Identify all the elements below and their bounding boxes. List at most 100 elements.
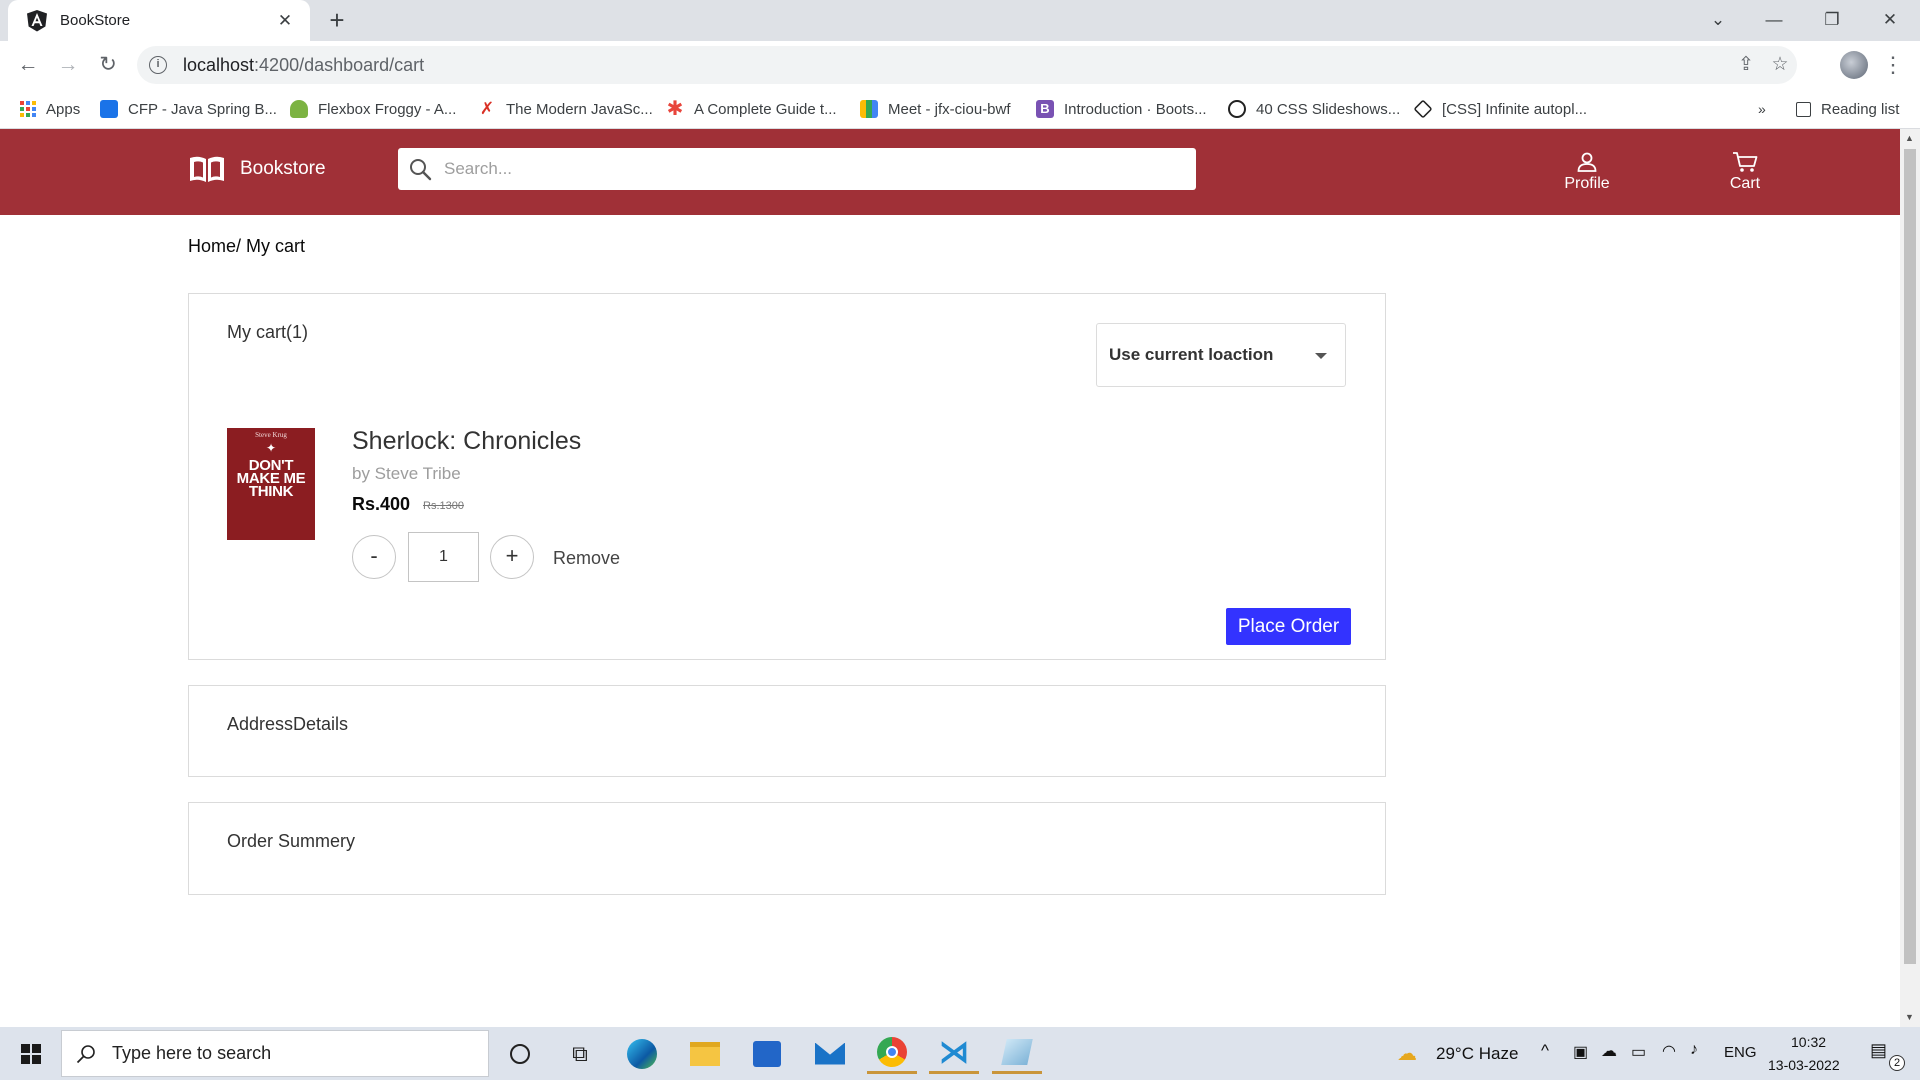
scroll-up-icon[interactable]: ▲ xyxy=(1905,133,1914,143)
browser-toolbar: ← → ↻ i localhost:4200/dashboard/cart ⇪ … xyxy=(0,41,1920,89)
cart-icon xyxy=(1733,152,1758,172)
weather-icon[interactable]: ☁ xyxy=(1390,1033,1424,1074)
order-summary-title: Order Summery xyxy=(227,831,356,851)
bookmark-modern-js[interactable]: ✗ The Modern JavaSc... xyxy=(478,89,653,129)
reading-list-icon xyxy=(1796,101,1811,117)
profile-label: Profile xyxy=(1564,175,1610,192)
remove-button[interactable]: Remove xyxy=(553,548,620,569)
reading-list-label: Reading list xyxy=(1821,100,1900,118)
bookmark-complete-guide[interactable]: ✱ A Complete Guide t... xyxy=(666,89,837,129)
contact-icon xyxy=(100,100,118,118)
meet-now-icon[interactable]: ▣ xyxy=(1573,1042,1588,1062)
page-scrollbar[interactable]: ▲ ▼ xyxy=(1900,129,1920,1027)
battery-icon[interactable]: ▭ xyxy=(1631,1042,1646,1062)
minimize-icon[interactable]: — xyxy=(1754,4,1794,36)
share-icon[interactable]: ⇪ xyxy=(1729,46,1763,84)
bookmark-flexbox-froggy[interactable]: Flexbox Froggy - A... xyxy=(290,89,456,129)
notification-icon[interactable]: ▤ xyxy=(1870,1040,1887,1061)
location-select-value: Use current loaction xyxy=(1109,345,1274,364)
dropdown-caret-icon xyxy=(1315,353,1327,359)
bookmark-label: A Complete Guide t... xyxy=(694,100,837,118)
menu-kebab-icon[interactable]: ⋮ xyxy=(1880,49,1906,81)
volume-icon[interactable]: ♪ xyxy=(1690,1041,1698,1059)
rabbit-icon: ✦ xyxy=(265,441,277,455)
scroll-thumb[interactable] xyxy=(1904,149,1916,964)
mail-icon[interactable] xyxy=(805,1033,855,1074)
vscode-icon[interactable]: ⋊ xyxy=(929,1033,979,1074)
reload-icon[interactable]: ↻ xyxy=(92,49,124,81)
bookmark-label: CFP - Java Spring B... xyxy=(128,100,277,118)
person-icon xyxy=(1577,152,1597,172)
bookmark-css-slideshows[interactable]: 40 CSS Slideshows... xyxy=(1228,89,1400,129)
bookmark-label: Flexbox Froggy - A... xyxy=(318,100,457,118)
book-icon xyxy=(190,156,224,182)
bookmarks-bar: Apps CFP - Java Spring B... Flexbox Frog… xyxy=(0,89,1920,129)
taskbar-search-placeholder: Type here to search xyxy=(112,1043,272,1063)
bookmark-bootstrap[interactable]: B Introduction · Boots... xyxy=(1036,89,1207,129)
bookmark-css-infinite[interactable]: [CSS] Infinite autopl... xyxy=(1413,89,1587,129)
reading-list-button[interactable]: Reading list xyxy=(1796,89,1899,129)
search-placeholder: Search... xyxy=(444,159,513,178)
quantity-input[interactable]: 1 xyxy=(408,532,479,582)
clock-time[interactable]: 10:32 xyxy=(1791,1034,1826,1050)
site-info-icon[interactable]: i xyxy=(149,56,167,74)
file-explorer-icon[interactable] xyxy=(680,1033,730,1074)
address-panel[interactable]: AddressDetails xyxy=(188,685,1386,777)
new-tab-icon[interactable]: + xyxy=(322,6,352,36)
notepad-icon[interactable] xyxy=(992,1033,1042,1074)
bookmark-meet[interactable]: Meet - jfx-ciou-bwf xyxy=(860,89,1011,129)
place-order-button[interactable]: Place Order xyxy=(1226,608,1351,645)
book-author: by Steve Tribe xyxy=(352,464,461,483)
increment-button[interactable]: + xyxy=(490,535,534,579)
bookmark-apps[interactable]: Apps xyxy=(20,89,80,129)
breadcrumb[interactable]: Home/ My cart xyxy=(188,236,305,257)
angular-icon xyxy=(26,9,48,32)
order-summary-panel[interactable]: Order Summery xyxy=(188,802,1386,895)
onedrive-icon[interactable]: ☁ xyxy=(1601,1041,1617,1061)
address-title: AddressDetails xyxy=(227,714,349,734)
windows-start-icon[interactable] xyxy=(6,1033,56,1074)
profile-avatar[interactable] xyxy=(1840,51,1868,79)
search-icon xyxy=(410,159,432,181)
restore-icon[interactable]: ❐ xyxy=(1812,4,1852,36)
bookmark-label: Introduction · Boots... xyxy=(1064,100,1207,118)
tray-chevron-icon[interactable]: ^ xyxy=(1541,1041,1549,1061)
edge-icon[interactable] xyxy=(617,1033,667,1074)
back-icon[interactable]: ← xyxy=(12,49,44,81)
tab-search-chevron-icon[interactable]: ⌄ xyxy=(1698,4,1738,36)
cover-author: Steve Krug xyxy=(255,431,287,439)
weather-text[interactable]: 29°C Haze xyxy=(1436,1044,1518,1064)
cortana-icon[interactable] xyxy=(495,1033,545,1074)
taskbar-search-input[interactable]: Type here to search xyxy=(61,1030,489,1077)
brand-name: Bookstore xyxy=(240,158,326,179)
forward-icon[interactable]: → xyxy=(52,49,84,81)
notification-count-badge: 2 xyxy=(1889,1055,1905,1071)
bookmark-star-icon[interactable]: ☆ xyxy=(1763,46,1797,84)
cart-title: My cart(1) xyxy=(227,322,308,342)
browser-tab[interactable]: BookStore ✕ xyxy=(8,0,310,41)
task-view-icon[interactable]: ⧉ xyxy=(555,1033,605,1074)
profile-button[interactable]: Profile xyxy=(1547,151,1627,193)
search-icon xyxy=(76,1044,95,1063)
search-input[interactable]: Search... xyxy=(398,148,1196,190)
app-header: Bookstore Search... Profile Cart xyxy=(0,129,1900,215)
taskbar: Type here to search ⧉ ⋊ ☁ 29°C Haze ^ ▣ … xyxy=(0,1027,1920,1080)
language-indicator[interactable]: ENG xyxy=(1724,1044,1757,1061)
book-title: Sherlock: Chronicles xyxy=(352,427,582,455)
wifi-icon[interactable]: ◠ xyxy=(1662,1041,1676,1061)
location-select[interactable]: Use current loaction xyxy=(1096,323,1346,387)
bookmarks-overflow-icon[interactable]: » xyxy=(1758,89,1766,129)
chrome-icon[interactable] xyxy=(867,1033,917,1074)
store-icon[interactable] xyxy=(742,1033,792,1074)
bookmark-cfp[interactable]: CFP - Java Spring B... xyxy=(100,89,277,129)
cart-button[interactable]: Cart xyxy=(1705,151,1785,193)
decrement-button[interactable]: - xyxy=(352,535,396,579)
address-bar[interactable]: i localhost:4200/dashboard/cart ⇪ ☆ xyxy=(137,46,1797,84)
close-window-icon[interactable]: ✕ xyxy=(1870,4,1910,36)
clock-date[interactable]: 13-03-2022 xyxy=(1768,1057,1840,1073)
book-cover-image: Steve Krug ✦ DON'T MAKE ME THINK xyxy=(227,428,315,540)
codepen-icon xyxy=(1413,99,1433,119)
brand-logo[interactable]: Bookstore xyxy=(188,153,326,185)
scroll-down-icon[interactable]: ▼ xyxy=(1905,1012,1914,1022)
close-tab-icon[interactable]: ✕ xyxy=(274,11,296,31)
